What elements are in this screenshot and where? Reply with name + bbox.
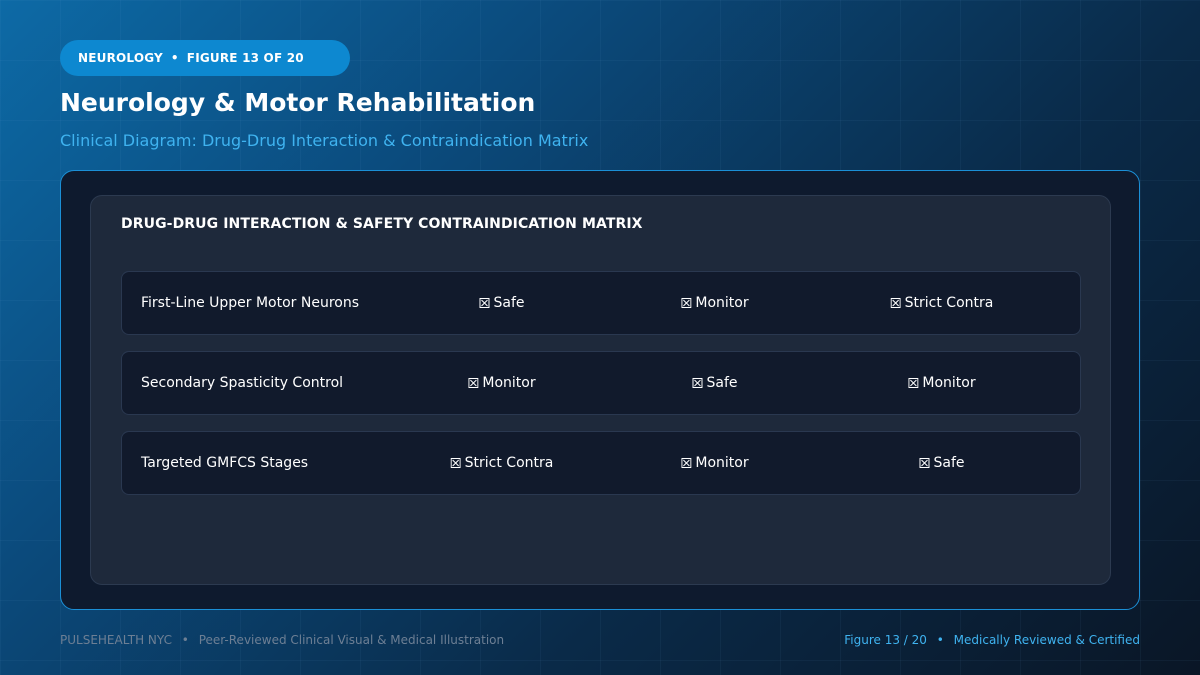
matrix-cell: Monitor — [908, 375, 976, 391]
footer-separator: • — [936, 633, 944, 647]
footer-brand: PULSEHEALTH NYC — [60, 633, 172, 647]
checkbox-x-icon — [468, 378, 479, 388]
row-label: Targeted GMFCS Stages — [141, 455, 309, 471]
page-subtitle: Clinical Diagram: Drug-Drug Interaction … — [60, 131, 589, 150]
matrix-cell: Safe — [919, 455, 965, 471]
checkbox-x-icon — [479, 298, 490, 308]
cell-status: Safe — [933, 455, 965, 471]
footer-tagline: Peer-Reviewed Clinical Visual & Medical … — [198, 633, 505, 647]
cell-status: Strict Contra — [904, 295, 994, 311]
badge-category: NEUROLOGY — [78, 51, 163, 65]
cell-status: Safe — [706, 375, 738, 391]
footer-separator: • — [181, 633, 189, 647]
matrix-cell: Strict Contra — [890, 295, 994, 311]
matrix-cell: Safe — [479, 295, 525, 311]
matrix-row: Targeted GMFCS Stages Strict Contra Moni… — [121, 431, 1081, 495]
checkbox-x-icon — [450, 458, 461, 468]
matrix-cell: Safe — [692, 375, 738, 391]
matrix-row: Secondary Spasticity Control Monitor Saf… — [121, 351, 1081, 415]
badge-figure-number: FIGURE 13 OF 20 — [186, 51, 304, 65]
cell-status: Safe — [493, 295, 525, 311]
footer-figure-number: Figure 13 / 20 — [844, 633, 927, 647]
checkbox-x-icon — [692, 378, 703, 388]
cell-status: Monitor — [695, 295, 749, 311]
footer-certification: Medically Reviewed & Certified — [953, 633, 1140, 647]
figure-badge: NEUROLOGY • FIGURE 13 OF 20 — [60, 40, 350, 76]
cell-status: Monitor — [482, 375, 536, 391]
cell-status: Monitor — [695, 455, 749, 471]
cell-status: Strict Contra — [464, 455, 554, 471]
matrix-cell: Monitor — [681, 455, 749, 471]
checkbox-x-icon — [890, 298, 901, 308]
checkbox-x-icon — [919, 458, 930, 468]
footer-figure-info: Figure 13 / 20 • Medically Reviewed & Ce… — [844, 633, 1140, 647]
row-label: First-Line Upper Motor Neurons — [141, 295, 360, 311]
badge-separator: • — [170, 51, 179, 65]
matrix-cell: Strict Contra — [450, 455, 554, 471]
row-label: Secondary Spasticity Control — [141, 375, 344, 391]
matrix-title: DRUG-DRUG INTERACTION & SAFETY CONTRAIND… — [121, 216, 643, 232]
matrix-row: First-Line Upper Motor Neurons Safe Moni… — [121, 271, 1081, 335]
matrix-cell: Monitor — [468, 375, 536, 391]
footer-attribution: PULSEHEALTH NYC • Peer-Reviewed Clinical… — [60, 633, 504, 647]
diagram-frame: DRUG-DRUG INTERACTION & SAFETY CONTRAIND… — [60, 170, 1140, 610]
page-title: Neurology & Motor Rehabilitation — [60, 88, 536, 117]
matrix-cell: Monitor — [681, 295, 749, 311]
checkbox-x-icon — [681, 298, 692, 308]
checkbox-x-icon — [908, 378, 919, 388]
cell-status: Monitor — [922, 375, 976, 391]
matrix-panel: DRUG-DRUG INTERACTION & SAFETY CONTRAIND… — [90, 195, 1111, 585]
checkbox-x-icon — [681, 458, 692, 468]
